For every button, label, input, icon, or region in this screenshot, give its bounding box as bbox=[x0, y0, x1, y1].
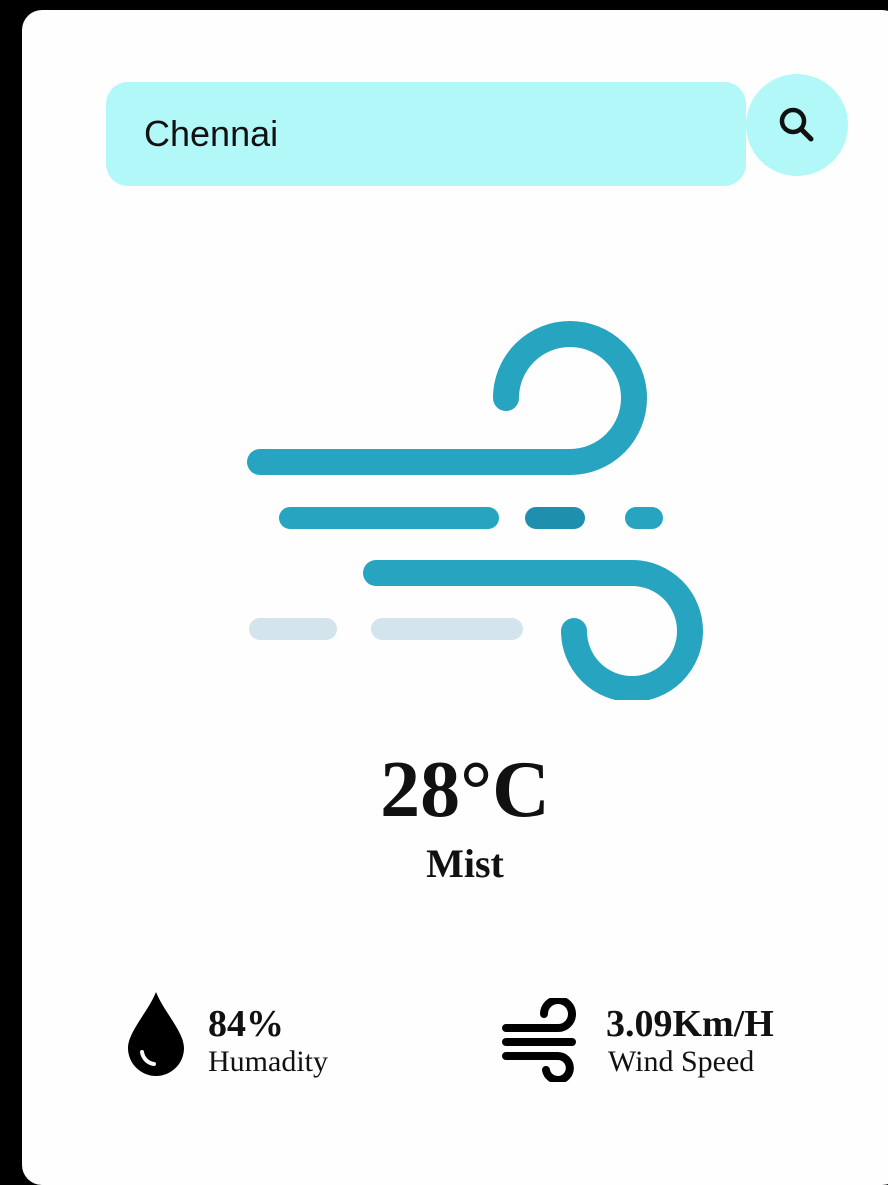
wind-speed-label: Wind Speed bbox=[608, 1045, 755, 1078]
wind-mist-icon bbox=[247, 321, 703, 700]
search-bar[interactable] bbox=[106, 82, 746, 186]
search-icon bbox=[779, 107, 814, 142]
search-button[interactable] bbox=[746, 74, 848, 176]
weather-condition: Mist bbox=[426, 841, 504, 886]
wind-icon bbox=[502, 998, 576, 1082]
wind-speed-value: 3.09Km/H bbox=[606, 1003, 774, 1045]
water-drop-icon bbox=[128, 992, 184, 1076]
temperature: 28°C bbox=[380, 746, 550, 834]
weather-card: 28°C Mist 84% Humadity 3.09Km/H Wind Spe… bbox=[22, 10, 888, 1185]
humidity-value: 84% bbox=[208, 1003, 284, 1045]
search-input[interactable] bbox=[144, 113, 704, 155]
humidity-label: Humadity bbox=[208, 1045, 328, 1078]
